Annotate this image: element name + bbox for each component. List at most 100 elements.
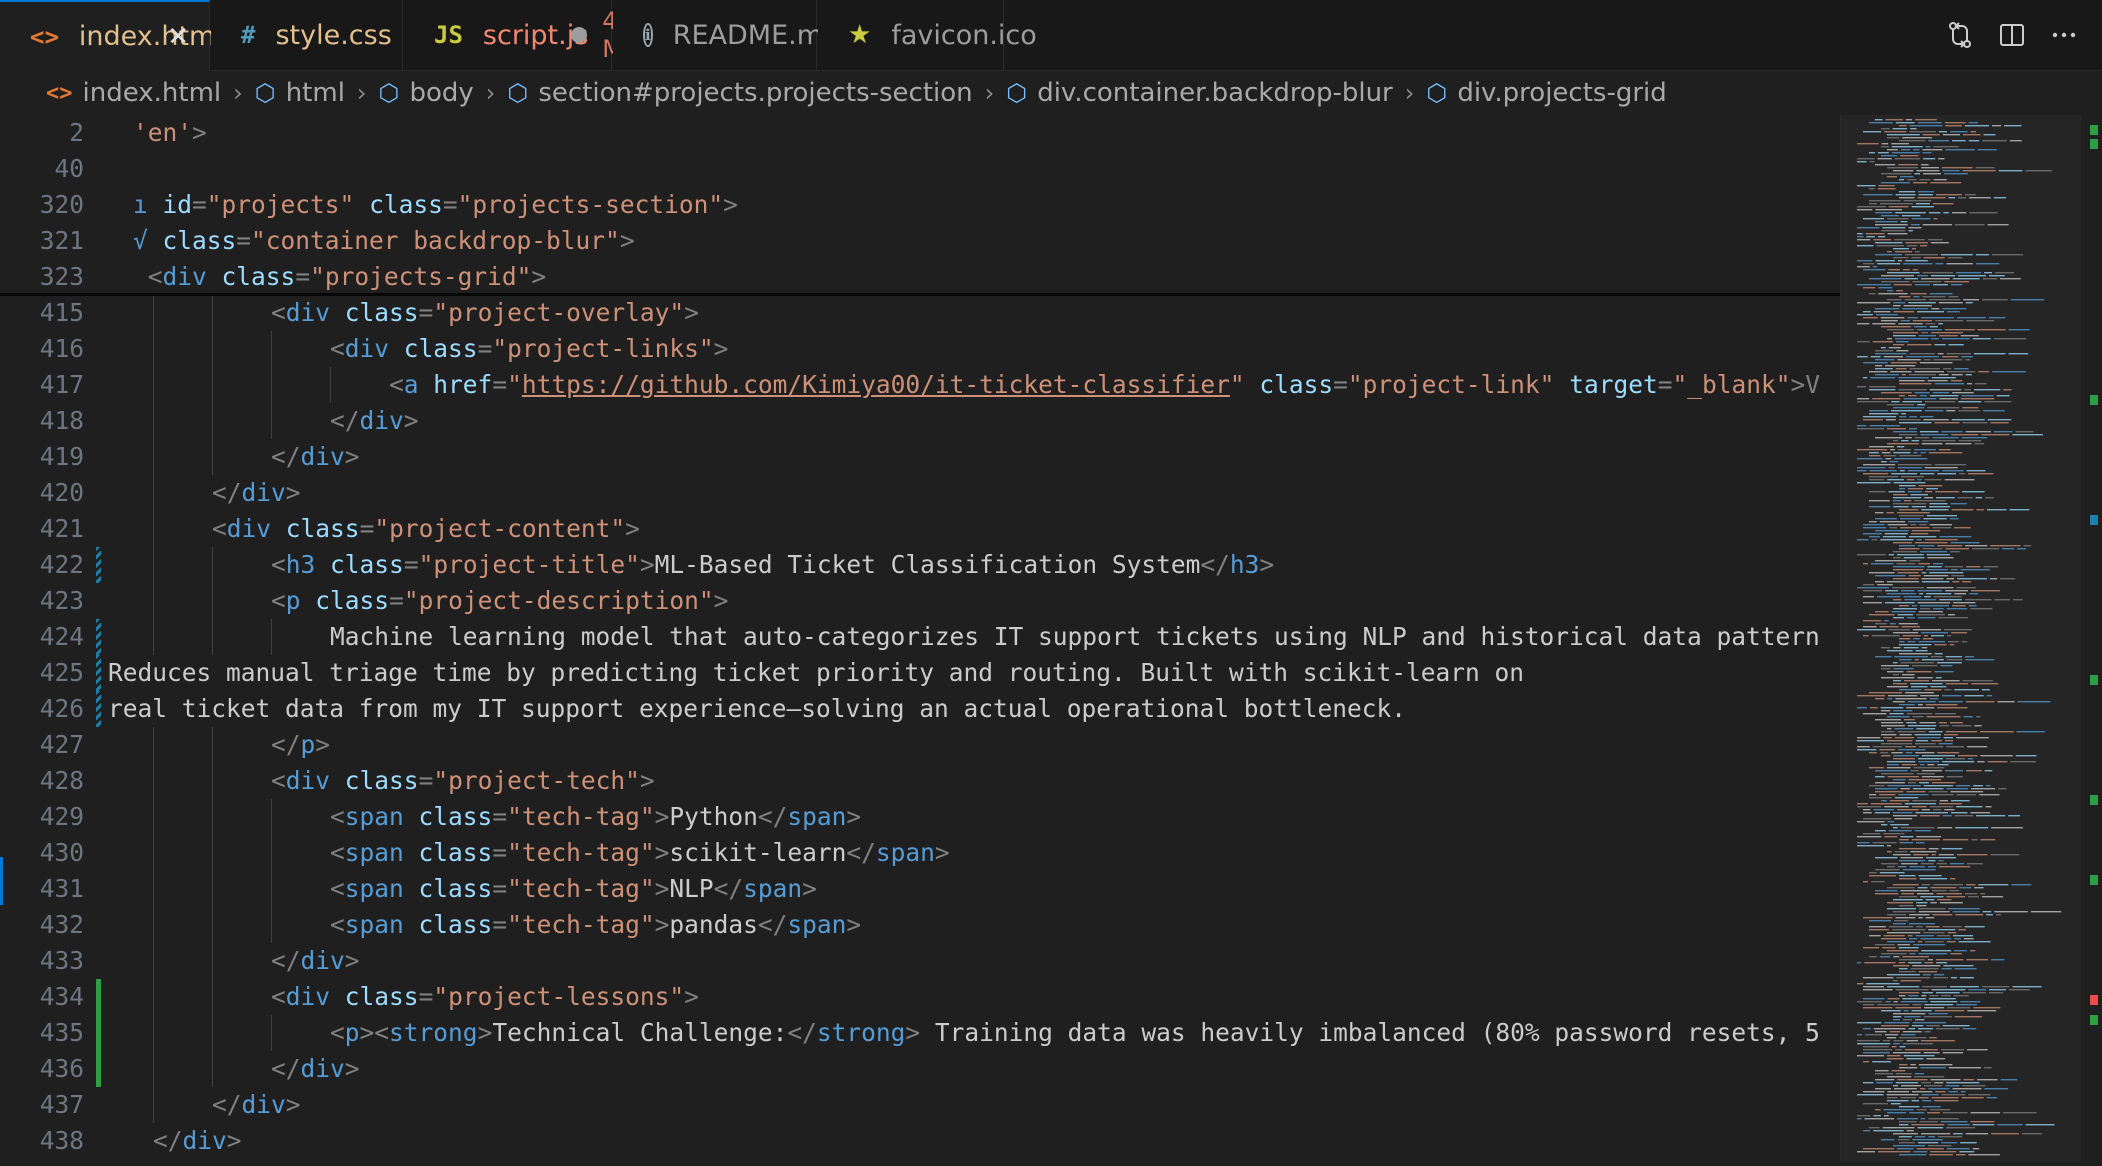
modified-line-marker[interactable] <box>96 547 101 583</box>
code-line[interactable]: 424 Machine learning model that auto-cate… <box>0 619 1840 655</box>
minimap-token <box>1863 287 1876 289</box>
minimap-token <box>1863 527 1887 529</box>
minimap-token <box>1875 512 1884 514</box>
modified-line-marker[interactable] <box>96 619 101 655</box>
code-line[interactable]: 426 real ticket data from my IT support e… <box>0 691 1840 727</box>
tab-readme-md[interactable]: i README.md <box>613 0 840 70</box>
tab-style-css[interactable]: #style.cssM <box>211 0 426 70</box>
code-token: < <box>271 982 286 1011</box>
minimap-token <box>1928 140 1950 142</box>
code-line[interactable]: 416 <div class="project-links"> <box>0 331 1840 367</box>
code-line[interactable]: 419 </div> <box>0 439 1840 475</box>
minimap-token <box>1869 767 1884 769</box>
minimap-token <box>2012 986 2042 988</box>
added-line-marker[interactable] <box>96 1051 101 1087</box>
minimap[interactable] <box>1840 115 2102 1162</box>
minimap-token <box>1857 806 1882 808</box>
tab-script-js[interactable]: JSscript.js4, M <box>404 0 625 70</box>
code-line[interactable]: 430 <span class="tech-tag">scikit-learn</… <box>0 835 1840 871</box>
code-line[interactable]: 421 <div class="project-content"> <box>0 511 1840 547</box>
minimap-token <box>1923 257 1945 259</box>
code-token: "project-tech" <box>433 766 640 795</box>
sticky-line[interactable]: 40 <box>0 151 1840 187</box>
minimap-token <box>1929 698 1939 700</box>
code-line[interactable]: 438 </div> <box>0 1123 1840 1159</box>
code-token: </ <box>212 1090 242 1119</box>
minimap-token <box>1937 707 1968 709</box>
breadcrumb-item[interactable]: ⬡ div.container.backdrop-blur <box>1006 78 1393 108</box>
minimap-token <box>1988 317 2006 319</box>
code-line[interactable]: 415 <div class="project-overlay"> <box>0 295 1840 331</box>
unsaved-dot-icon[interactable] <box>571 27 587 43</box>
minimap-token <box>1951 434 1979 436</box>
added-line-marker[interactable] <box>96 1015 101 1051</box>
code-line[interactable]: 433 </div> <box>0 943 1840 979</box>
minimap-token <box>1961 395 1994 397</box>
minimap-token <box>1991 254 2024 256</box>
minimap-token <box>1954 689 1979 691</box>
code-line[interactable]: 417 <a href="https://github.com/Kimiya00/… <box>0 367 1840 403</box>
minimap-token <box>1878 185 1895 187</box>
modified-line-marker[interactable] <box>96 655 101 691</box>
code-editor[interactable]: 415 <div class="project-overlay"> 416 <div … <box>0 115 1840 1162</box>
code-line[interactable]: 435 <p><strong>Technical Challenge:</stro… <box>0 1015 1840 1051</box>
code-line[interactable]: 427 </p> <box>0 727 1840 763</box>
breadcrumb-item[interactable]: ⬡ body <box>379 78 474 108</box>
minimap-token <box>1948 908 1980 910</box>
code-line[interactable]: 425 Reduces manual triage time by predict… <box>0 655 1840 691</box>
minimap-token <box>1875 611 1889 613</box>
minimap-token <box>1950 131 1968 133</box>
code-line[interactable]: 432 <span class="tech-tag">pandas</span> <box>0 907 1840 943</box>
breadcrumb-item[interactable]: ⬡ div.projects-grid <box>1426 78 1666 108</box>
sticky-line[interactable]: 321 √ class="container backdrop-blur"> <box>0 223 1840 259</box>
code-line[interactable]: 418 </div> <box>0 403 1840 439</box>
sticky-line[interactable]: 2'en'> <box>0 115 1840 151</box>
minimap-token <box>1894 656 1928 658</box>
minimap-token <box>1903 647 1919 649</box>
minimap-token <box>1910 224 1920 226</box>
sticky-line[interactable]: 323 <div class="projects-grid"> <box>0 259 1840 295</box>
minimap-token <box>1888 926 1914 928</box>
minimap-token <box>1893 1001 1898 1003</box>
indent-guide <box>271 367 272 403</box>
split-editor-icon[interactable] <box>1986 9 2038 61</box>
minimap-token <box>1895 1082 1919 1084</box>
tab-index-html[interactable]: <>index.htmlM✕ <box>0 0 258 71</box>
minimap-token <box>1932 203 1954 205</box>
sticky-line[interactable]: 320 ı id="projects" class="projects-secti… <box>0 187 1840 223</box>
minimap-token <box>1903 500 1912 502</box>
breadcrumb-item[interactable]: ⬡ html <box>255 78 345 108</box>
code-line[interactable]: 436 </div> <box>0 1051 1840 1087</box>
minimap-token <box>1893 170 1914 172</box>
code-line[interactable]: 420 </div> <box>0 475 1840 511</box>
code-line[interactable]: 437 </div> <box>0 1087 1840 1123</box>
minimap-token <box>1900 980 1921 982</box>
modified-line-marker[interactable] <box>96 691 101 727</box>
code-line[interactable]: 423 <p class="project-description"> <box>0 583 1840 619</box>
minimap-token <box>1897 866 1907 868</box>
minimap-token <box>1894 797 1919 799</box>
code-line[interactable]: 428 <div class="project-tech"> <box>0 763 1840 799</box>
code-line[interactable]: 434 <div class="project-lessons"> <box>0 979 1840 1015</box>
code-line[interactable]: 429 <span class="tech-tag">Python</span> <box>0 799 1840 835</box>
minimap-token <box>1875 119 1883 121</box>
minimap-token <box>1877 1004 1910 1006</box>
minimap-token <box>1887 932 1921 934</box>
vertical-scrollbar[interactable] <box>2088 115 2102 1162</box>
minimap-token <box>1945 590 1969 592</box>
tab-favicon-ico[interactable]: ★ favicon.ico <box>818 0 1037 70</box>
more-actions-icon[interactable] <box>2038 9 2090 61</box>
minimap-token <box>1968 140 1980 142</box>
minimap-token <box>1902 956 1929 958</box>
breadcrumb-item[interactable]: <> index.html <box>46 78 221 108</box>
code-line[interactable]: 431 <span class="tech-tag">NLP</span> <box>0 871 1840 907</box>
minimap-token <box>1908 962 1922 964</box>
breadcrumb-item[interactable]: ⬡ section#projects.projects-section <box>507 78 972 108</box>
minimap-token <box>1951 212 1967 214</box>
compare-changes-icon[interactable] <box>1934 9 1986 61</box>
minimap-token <box>1921 167 1939 169</box>
minimap-token <box>1934 671 1954 673</box>
code-line[interactable]: 422 <h3 class="project-title">ML-Based Ti… <box>0 547 1840 583</box>
close-icon[interactable]: ✕ <box>167 22 189 52</box>
added-line-marker[interactable] <box>96 979 101 1015</box>
